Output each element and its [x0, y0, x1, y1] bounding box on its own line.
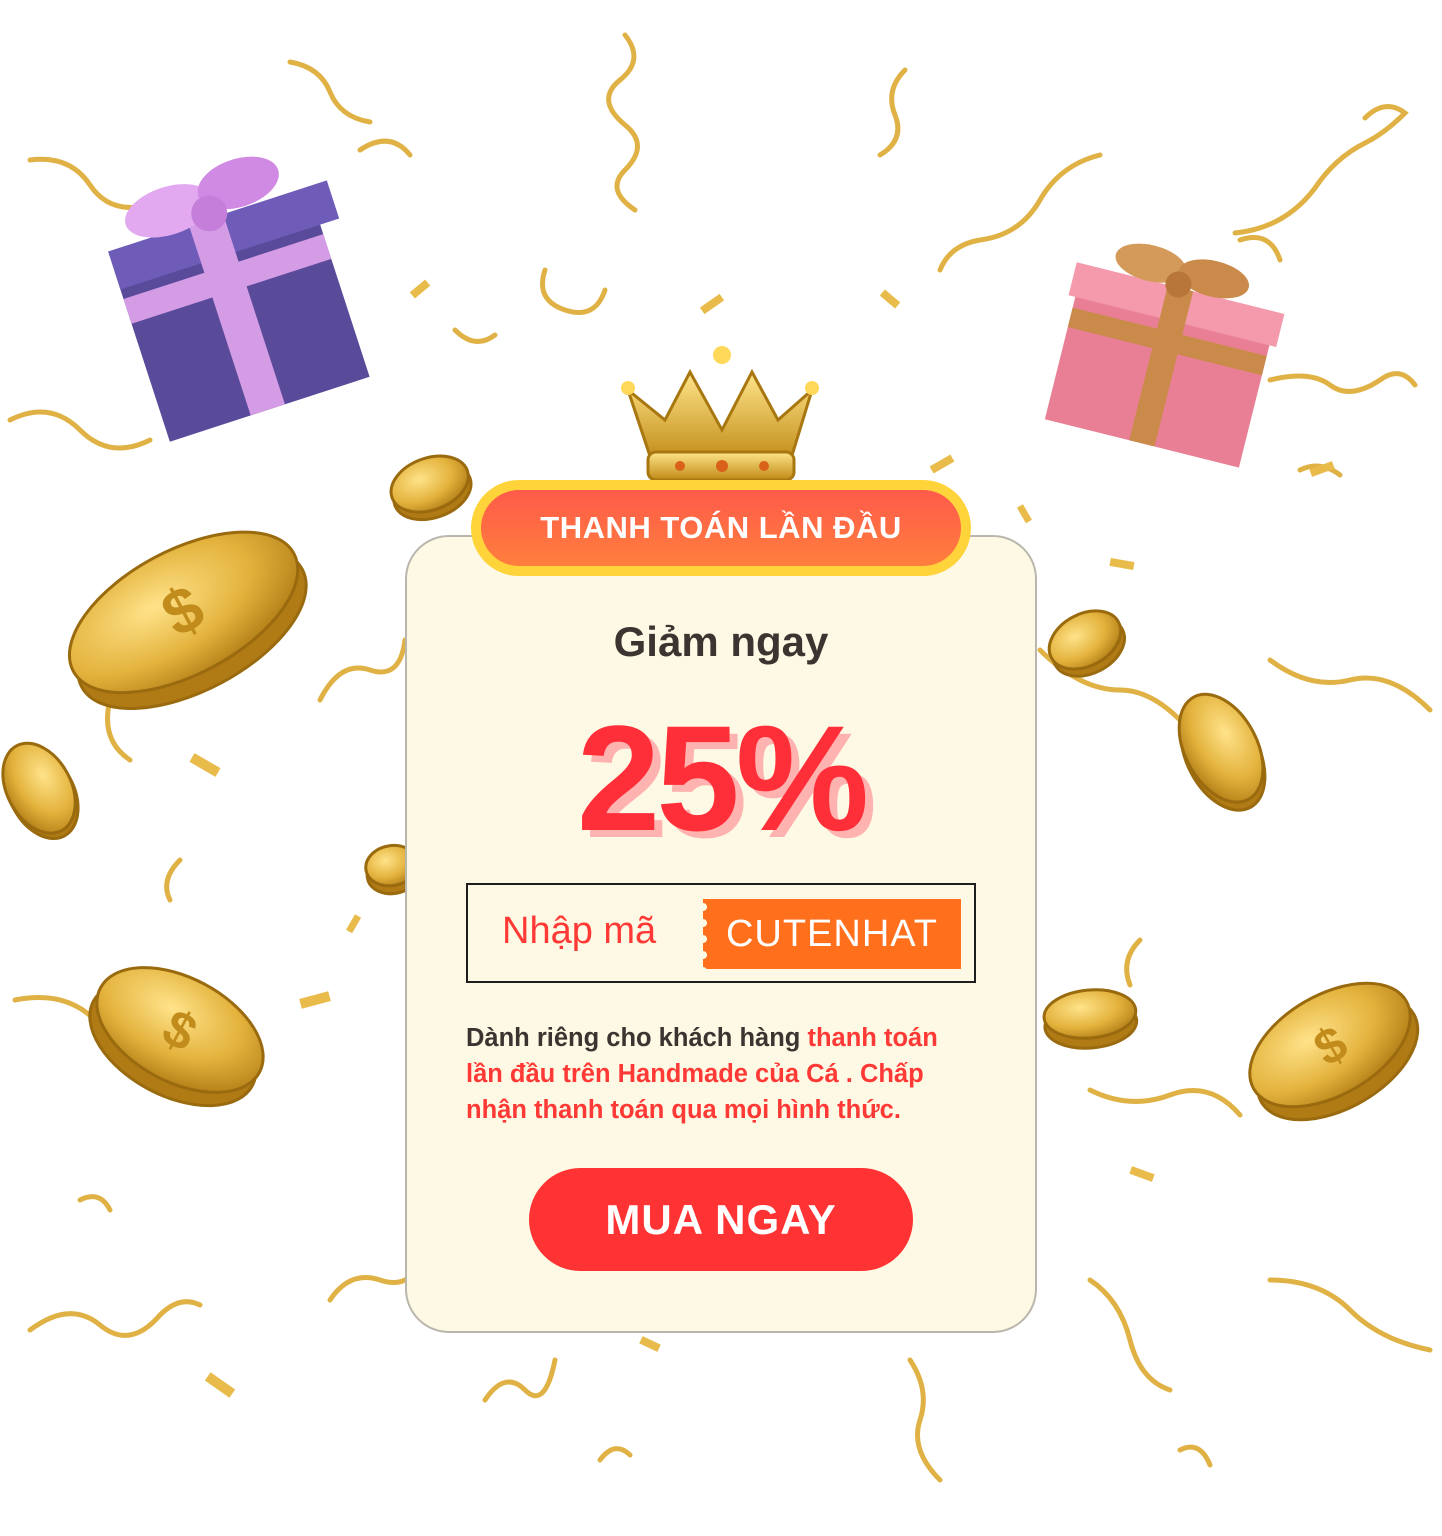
- promo-description: Dành riêng cho khách hàng thanh toán lần…: [466, 1020, 976, 1128]
- discount-value: 25%: [576, 694, 869, 862]
- promo-header-badge: THANH TOÁN LẦN ĐẦU: [471, 480, 971, 576]
- buy-now-button[interactable]: MUA NGAY: [529, 1168, 913, 1271]
- gift-box-pink-icon: [1044, 243, 1285, 468]
- promo-code[interactable]: CUTENHAT: [703, 899, 961, 969]
- promo-subtitle: Giảm ngay: [613, 618, 829, 665]
- promo-header-text: THANH TOÁN LẦN ĐẦU: [481, 490, 961, 566]
- description-part3-shop-name: Handmade của Cá: [617, 1060, 839, 1088]
- description-part1: Dành riêng cho khách hàng: [466, 1024, 808, 1052]
- promo-code-label: Nhập mã: [502, 910, 657, 952]
- gift-box-purple-icon: [108, 156, 370, 442]
- crown-icon: [621, 346, 819, 482]
